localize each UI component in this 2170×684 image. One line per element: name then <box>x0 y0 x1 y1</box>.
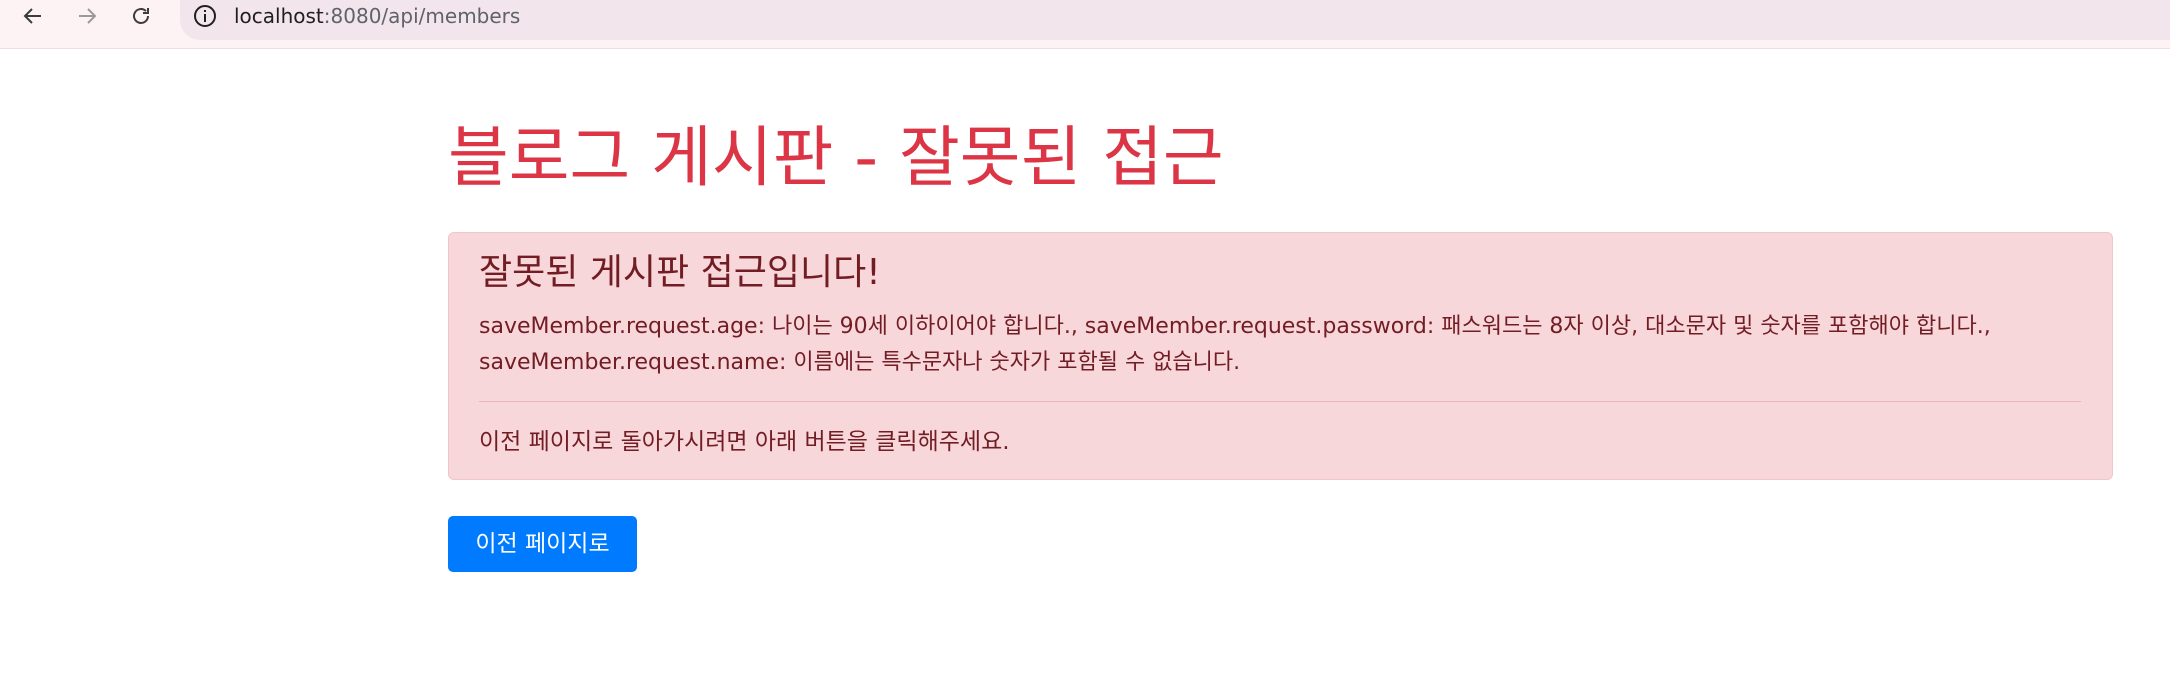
alert-heading: 잘못된 게시판 접근입니다! <box>479 252 881 293</box>
url-path: :8080/api/members <box>323 4 521 28</box>
alert-instruction: 이전 페이지로 돌아가시려면 아래 버튼을 클릭해주세요. <box>479 429 1010 455</box>
alert-message: saveMember.request.age: 나이는 90세 이하이어야 합니… <box>479 314 1991 375</box>
reload-icon[interactable] <box>121 0 161 32</box>
alert-divider <box>479 401 2081 402</box>
url-text[interactable]: localhost:8080/api/members <box>234 3 520 29</box>
forward-arrow-icon[interactable] <box>67 0 107 32</box>
page-title: 블로그 게시판 - 잘못된 접근 <box>448 119 1224 196</box>
back-to-previous-button[interactable]: 이전 페이지로 <box>448 516 637 572</box>
back-arrow-icon[interactable] <box>13 0 53 32</box>
main-container: 블로그 게시판 - 잘못된 접근 잘못된 게시판 접근입니다! saveMemb… <box>448 110 2113 572</box>
site-info-icon[interactable] <box>192 3 218 29</box>
error-alert: 잘못된 게시판 접근입니다! saveMember.request.age: 나… <box>448 232 2113 480</box>
browser-toolbar: localhost:8080/api/members <box>0 0 2170 49</box>
url-host: localhost <box>234 4 324 28</box>
address-bar[interactable]: localhost:8080/api/members <box>180 0 2170 40</box>
